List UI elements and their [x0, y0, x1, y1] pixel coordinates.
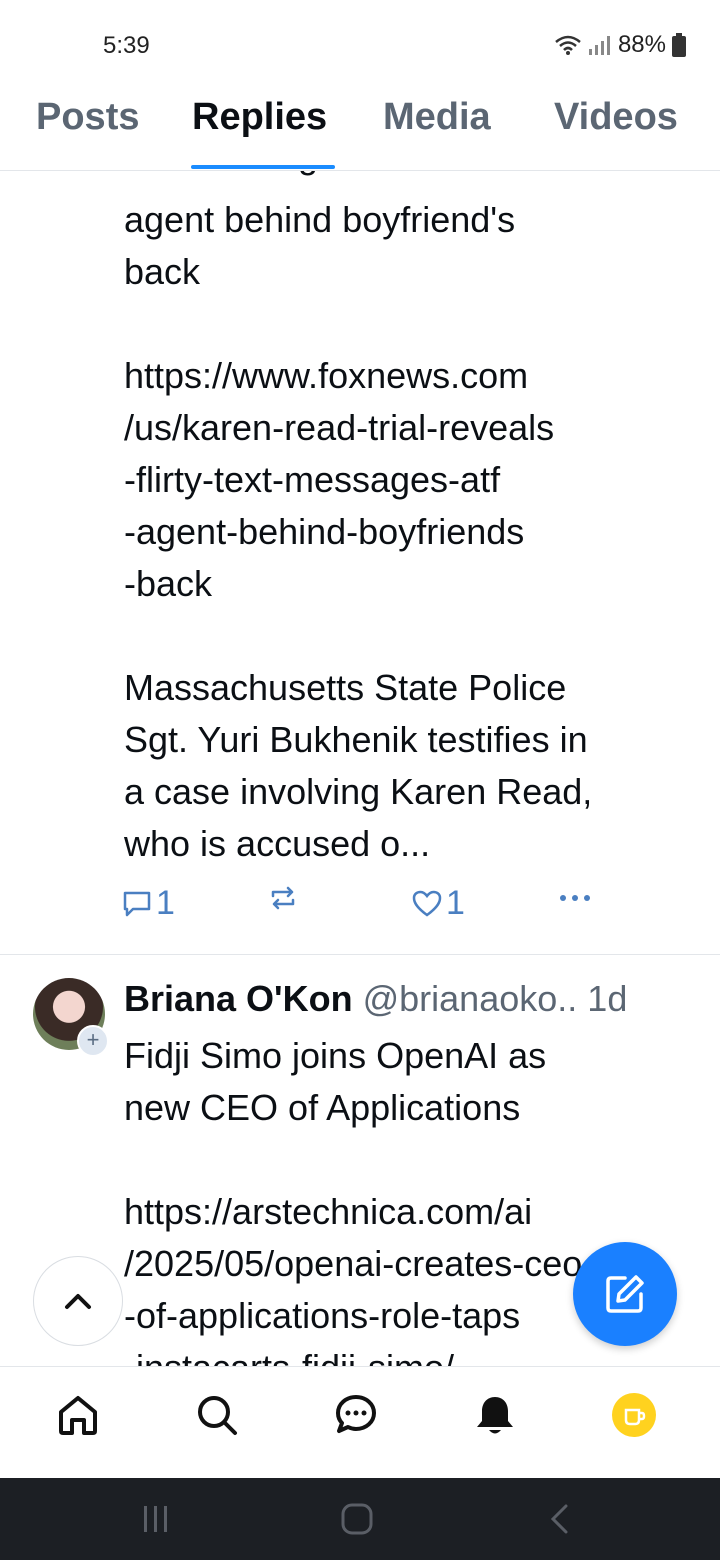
more-button[interactable]	[558, 884, 592, 912]
home-button-icon[interactable]	[340, 1502, 374, 1536]
heart-icon	[412, 890, 442, 917]
post-text: agent behind boyfriend's back https://ww…	[124, 199, 593, 864]
author-name[interactable]: Briana O'Kon	[124, 978, 353, 1019]
repost-icon	[271, 886, 295, 910]
scroll-to-top-button[interactable]	[33, 1256, 123, 1346]
reply-button[interactable]: 1	[122, 884, 175, 923]
like-count: 1	[446, 884, 465, 922]
nav-support[interactable]	[612, 1393, 656, 1437]
tab-replies[interactable]: Replies	[192, 96, 327, 139]
comment-icon	[123, 891, 151, 916]
chat-icon	[336, 1395, 376, 1433]
compose-button[interactable]	[573, 1242, 677, 1346]
recent-apps-icon[interactable]	[141, 1502, 171, 1536]
signal-icon	[588, 36, 610, 55]
chevron-up-icon	[65, 1294, 91, 1309]
wifi-icon	[555, 35, 581, 55]
post-author: Briana O'Kon @brianaoko.. 1d	[124, 978, 627, 1020]
repost-button[interactable]	[268, 884, 298, 912]
profile-tabs: Posts Replies Media Videos	[0, 90, 720, 171]
more-icon	[560, 895, 590, 901]
tab-media[interactable]: Media	[383, 96, 491, 139]
status-bar: 5:39 88%	[0, 0, 720, 90]
coffee-icon	[624, 1408, 646, 1426]
reply-count: 1	[156, 884, 175, 922]
tab-posts[interactable]: Posts	[36, 96, 139, 139]
nav-notifications[interactable]	[473, 1393, 517, 1437]
post-text: Fidji Simo joins OpenAI as new CEO of Ap…	[124, 1035, 583, 1366]
system-nav-bar	[0, 1478, 720, 1560]
nav-search[interactable]	[195, 1393, 239, 1437]
battery-icon	[672, 33, 686, 57]
nav-home[interactable]	[56, 1393, 100, 1437]
post-actions: 1 1	[0, 884, 720, 934]
post-divider	[0, 954, 720, 955]
battery-percent: 88%	[617, 31, 666, 58]
home-icon	[59, 1396, 97, 1435]
bell-icon	[477, 1397, 513, 1434]
status-time: 5:39	[103, 32, 150, 59]
nav-chat[interactable]	[334, 1393, 378, 1437]
follow-plus-icon[interactable]: +	[77, 1025, 109, 1057]
tab-videos[interactable]: Videos	[554, 96, 678, 139]
like-button[interactable]: 1	[412, 884, 465, 923]
post-time: 1d	[587, 978, 628, 1019]
author-handle[interactable]: @brianaoko..	[363, 978, 578, 1019]
search-icon	[198, 1396, 237, 1435]
edit-icon	[606, 1275, 644, 1313]
back-icon[interactable]	[546, 1502, 572, 1536]
active-tab-indicator	[191, 165, 335, 169]
bottom-nav	[0, 1366, 720, 1479]
feed[interactable]: text messages with ATF agent behind boyf…	[0, 130, 720, 1366]
